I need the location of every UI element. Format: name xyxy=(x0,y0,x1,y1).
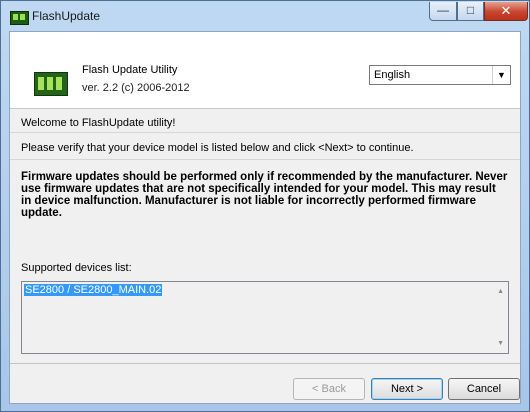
divider xyxy=(10,159,520,160)
language-value: English xyxy=(374,69,411,81)
scroll-up-icon[interactable]: ▲ xyxy=(497,288,504,295)
dialog-client: Flash Update Utility ver. 2.2 (c) 2006-2… xyxy=(9,31,521,404)
scroll-down-icon[interactable]: ▼ xyxy=(497,340,504,347)
title-bar[interactable]: FlashUpdate — □ ✕ xyxy=(1,1,529,31)
utility-title: Flash Update Utility xyxy=(82,64,178,76)
welcome-text: Welcome to FlashUpdate utility! xyxy=(21,117,176,129)
dropdown-arrow-icon[interactable]: ▼ xyxy=(492,66,510,84)
cancel-button[interactable]: Cancel xyxy=(448,378,520,400)
list-item[interactable]: SE2800 / SE2800_MAIN.02 xyxy=(24,284,163,296)
next-button[interactable]: Next > xyxy=(371,378,443,400)
close-button[interactable]: ✕ xyxy=(484,2,528,21)
flashupdate-window: FlashUpdate — □ ✕ Flash Update Utility v… xyxy=(0,0,530,412)
supported-devices-label: Supported devices list: xyxy=(21,262,132,274)
maximize-button[interactable]: □ xyxy=(457,2,484,21)
divider xyxy=(10,132,520,133)
language-select[interactable]: English ▼ xyxy=(369,65,511,85)
app-chip-icon xyxy=(10,11,29,25)
dialog-header: Flash Update Utility ver. 2.2 (c) 2006-2… xyxy=(10,32,520,109)
footer-divider xyxy=(10,363,520,364)
window-title: FlashUpdate xyxy=(32,9,101,23)
verify-instruction: Please verify that your device model is … xyxy=(21,142,414,154)
version-text: ver. 2.2 (c) 2006-2012 xyxy=(82,82,190,94)
device-chip-icon xyxy=(34,72,68,96)
supported-devices-list[interactable]: SE2800 / SE2800_MAIN.02 ▲ ▼ xyxy=(21,281,509,354)
firmware-warning: Firmware updates should be performed onl… xyxy=(21,171,508,219)
minimize-button[interactable]: — xyxy=(429,2,457,21)
back-button[interactable]: < Back xyxy=(293,378,365,400)
